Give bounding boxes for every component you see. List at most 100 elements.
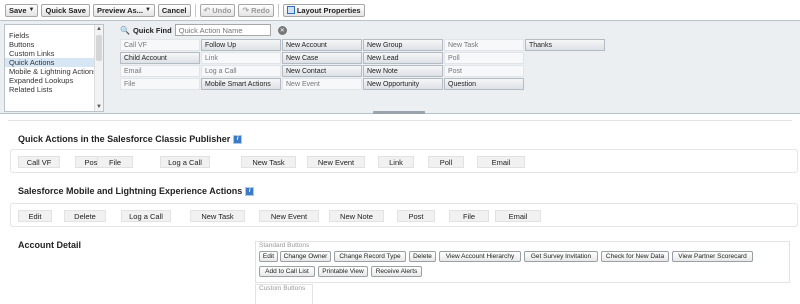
palette-item[interactable]: Child Account: [120, 52, 200, 64]
standard-button[interactable]: View Partner Scorecard: [672, 251, 753, 262]
layout-editor-toolbar: Save ▼ Quick Save Preview As... ▼ Cancel…: [0, 0, 800, 20]
standard-button[interactable]: Receive Alerts: [371, 266, 422, 277]
undo-label: Undo: [212, 5, 232, 15]
palette-item[interactable]: New Lead: [363, 52, 443, 64]
info-icon[interactable]: i: [245, 186, 255, 196]
category-expanded-lookups[interactable]: Expanded Lookups: [5, 76, 103, 85]
palette-item[interactable]: New Opportunity: [363, 78, 443, 90]
palette-item[interactable]: Thanks: [525, 39, 605, 51]
palette-item[interactable]: Poll: [444, 52, 524, 64]
classic-publisher-title: Quick Actions in the Salesforce Classic …: [18, 134, 243, 144]
scroll-down-icon[interactable]: ▼: [96, 104, 102, 110]
category-quick-actions[interactable]: Quick Actions: [5, 58, 103, 67]
redo-icon: ↷: [242, 5, 250, 15]
action-chip[interactable]: New Note: [329, 210, 384, 222]
action-chip[interactable]: New Task: [190, 210, 245, 222]
mobile-lightning-title: Salesforce Mobile and Lightning Experien…: [18, 186, 255, 196]
category-custom-links[interactable]: Custom Links: [5, 49, 103, 58]
action-chip[interactable]: File: [449, 210, 489, 222]
palette-empty-slot: [525, 52, 605, 64]
category-related-lists[interactable]: Related Lists: [5, 85, 103, 94]
standard-button[interactable]: Change Owner: [280, 251, 331, 262]
palette: Fields Buttons Custom Links Quick Action…: [0, 20, 800, 114]
action-chip[interactable]: New Task: [241, 156, 296, 168]
palette-item[interactable]: Email: [120, 65, 200, 77]
palette-category-list: Fields Buttons Custom Links Quick Action…: [4, 24, 104, 112]
standard-buttons-panel: Standard Buttons Edit Change Owner Chang…: [255, 241, 790, 283]
layout-properties-label: Layout Properties: [296, 5, 361, 15]
standard-button[interactable]: View Account Hierarchy: [439, 251, 521, 262]
palette-item[interactable]: New Contact: [282, 65, 362, 77]
palette-empty-slot: [525, 65, 605, 77]
layout-properties-button[interactable]: Layout Properties: [282, 3, 365, 17]
category-fields[interactable]: Fields: [5, 31, 103, 40]
scrollbar-thumb[interactable]: [96, 35, 102, 61]
standard-button[interactable]: Check for New Data: [601, 251, 669, 262]
palette-item[interactable]: New Event: [282, 78, 362, 90]
action-chip[interactable]: Link: [378, 156, 414, 168]
action-chip[interactable]: Edit: [18, 210, 52, 222]
quick-find-label: Quick Find: [132, 25, 172, 35]
standard-button[interactable]: Change Record Type: [334, 251, 406, 262]
palette-item[interactable]: File: [120, 78, 200, 90]
action-chip[interactable]: New Event: [259, 210, 319, 222]
palette-items: Call VF Follow Up New Account New Group …: [120, 39, 605, 90]
classic-publisher-title-text: Quick Actions in the Salesforce Classic …: [18, 134, 231, 144]
layout-properties-icon: [286, 6, 295, 14]
category-buttons[interactable]: Buttons: [5, 40, 103, 49]
action-chip[interactable]: New Event: [307, 156, 365, 168]
section-divider: [8, 115, 792, 121]
mobile-lightning-title-text: Salesforce Mobile and Lightning Experien…: [18, 186, 243, 196]
palette-item[interactable]: Follow Up: [201, 39, 281, 51]
palette-item[interactable]: Mobile Smart Actions: [201, 78, 281, 90]
category-mobile-lightning-actions[interactable]: Mobile & Lightning Actions: [5, 67, 103, 76]
cancel-button[interactable]: Cancel: [157, 3, 191, 17]
category-scrollbar[interactable]: ▲ ▼: [94, 25, 103, 111]
palette-empty-slot: [525, 78, 605, 90]
layout-canvas: Quick Actions in the Salesforce Classic …: [0, 115, 800, 304]
action-chip[interactable]: Call VF: [18, 156, 60, 168]
search-icon: 🔍: [120, 25, 130, 35]
standard-buttons-label: Standard Buttons: [259, 242, 310, 249]
chevron-down-icon[interactable]: ▼: [29, 7, 35, 13]
action-chip[interactable]: File: [97, 156, 133, 168]
action-chip[interactable]: Poll: [428, 156, 464, 168]
preview-as-label: Preview As...: [96, 5, 143, 15]
action-chip[interactable]: Log a Call: [160, 156, 210, 168]
standard-button[interactable]: Edit: [259, 251, 278, 262]
palette-item[interactable]: Call VF: [120, 39, 200, 51]
custom-buttons-label: Custom Buttons: [259, 285, 306, 292]
save-button[interactable]: Save ▼: [5, 3, 39, 17]
action-chip[interactable]: Email: [477, 156, 525, 168]
palette-item[interactable]: Question: [444, 78, 524, 90]
custom-buttons-panel: Custom Buttons: [255, 284, 313, 304]
action-chip[interactable]: Email: [495, 210, 541, 222]
standard-button[interactable]: Get Survey Invitation: [524, 251, 598, 262]
classic-publisher-actions: Call VF Post File Log a Call New Task Ne…: [10, 149, 798, 173]
palette-item[interactable]: Link: [201, 52, 281, 64]
action-chip[interactable]: Delete: [64, 210, 106, 222]
toolbar-divider: [277, 3, 279, 17]
undo-button[interactable]: ↶ Undo: [199, 3, 236, 17]
action-chip[interactable]: Log a Call: [121, 210, 171, 222]
palette-item[interactable]: Log a Call: [201, 65, 281, 77]
palette-item[interactable]: Post: [444, 65, 524, 77]
standard-button[interactable]: Add to Call List: [259, 266, 315, 277]
info-icon[interactable]: i: [233, 134, 243, 144]
redo-label: Redo: [251, 5, 270, 15]
clear-search-icon[interactable]: ✕: [277, 25, 287, 35]
palette-item[interactable]: New Task: [444, 39, 524, 51]
redo-button[interactable]: ↷ Redo: [238, 3, 274, 17]
preview-as-button[interactable]: Preview As... ▼: [92, 3, 155, 17]
quick-save-button[interactable]: Quick Save: [41, 3, 90, 17]
action-chip[interactable]: Post: [397, 210, 435, 222]
palette-item[interactable]: New Account: [282, 39, 362, 51]
palette-item[interactable]: New Case: [282, 52, 362, 64]
palette-item[interactable]: New Note: [363, 65, 443, 77]
standard-button[interactable]: Delete: [409, 251, 436, 262]
quick-find-input[interactable]: [174, 24, 271, 36]
palette-item[interactable]: New Group: [363, 39, 443, 51]
standard-button[interactable]: Printable View: [318, 266, 368, 277]
palette-resize-handle[interactable]: [373, 111, 425, 114]
scroll-up-icon[interactable]: ▲: [96, 26, 102, 32]
